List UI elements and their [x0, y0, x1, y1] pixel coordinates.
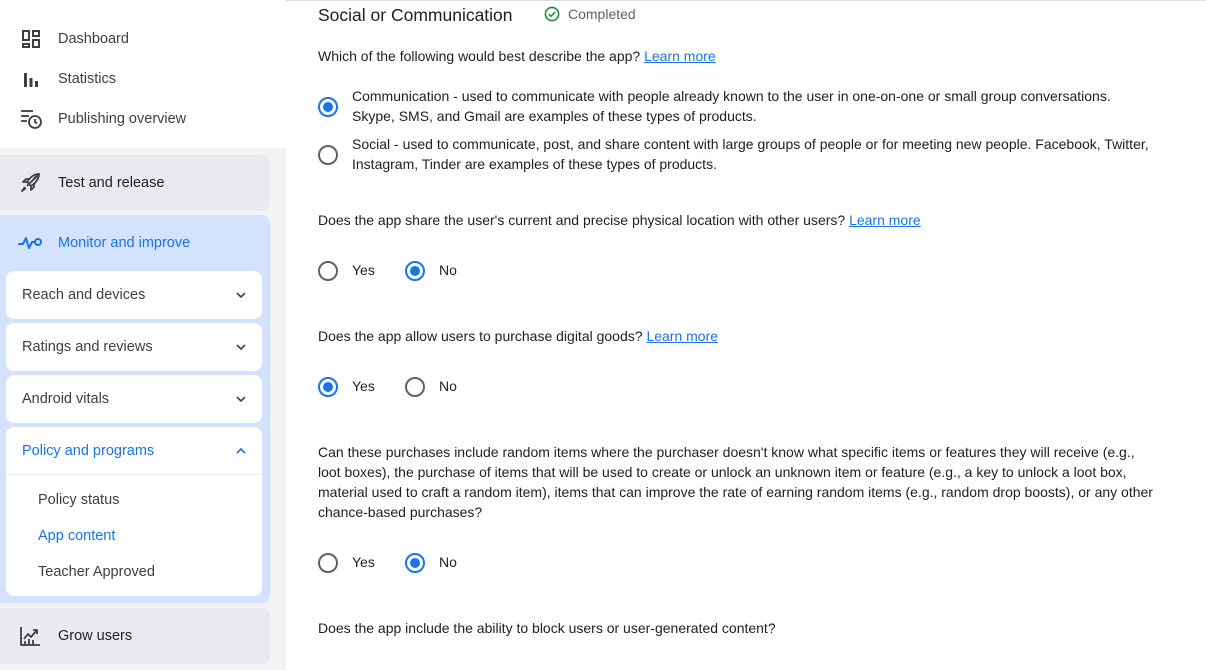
chevron-down-icon [236, 292, 246, 299]
learn-more-link[interactable]: Learn more [646, 328, 718, 344]
question-line: loot boxes), the purchase of items that … [318, 464, 1127, 480]
option-line: Social - used to communicate, post, and … [352, 136, 1149, 152]
radio-digital-goods-no[interactable] [405, 377, 425, 397]
sidebar-subitem-app-content[interactable]: App content [38, 528, 115, 544]
schedule-list-icon [20, 108, 42, 130]
sidebar-section-test-and-release[interactable]: Test and release [0, 155, 270, 211]
radio-yes-label[interactable]: Yes [352, 260, 375, 280]
question-text: Which of the following would best descri… [318, 48, 641, 64]
status-badge: Completed [544, 6, 636, 22]
sidebar-card-label: Reach and devices [22, 287, 146, 303]
sidebar-item-label: Publishing overview [58, 111, 187, 127]
question-block-users: Does the app include the ability to bloc… [318, 618, 1188, 638]
sidebar-top-nav: Dashboard Statistics Publishing overview [0, 0, 286, 148]
chevron-up-icon [236, 447, 246, 454]
growth-chart-icon [18, 624, 42, 648]
chevron-down-icon [236, 344, 246, 351]
radio-random-items-no[interactable] [405, 553, 425, 573]
main-content: Social or Communication Completed Which … [286, 0, 1206, 670]
radio-communication[interactable] [318, 97, 338, 117]
monitor-and-improve-header[interactable]: Monitor and improve [0, 215, 270, 271]
sidebar-subitem-teacher-approved[interactable]: Teacher Approved [38, 564, 155, 580]
question-line: material used to craft a random item), i… [318, 484, 1153, 500]
sidebar-card-label: Policy and programs [22, 443, 155, 459]
top-divider [286, 0, 1206, 4]
question-line: chance-based purchases? [318, 504, 483, 520]
sidebar-item-label: Statistics [58, 71, 117, 87]
divider [6, 474, 262, 475]
status-text: Completed [568, 6, 636, 22]
radio-no-label[interactable]: No [439, 552, 457, 572]
sidebar-section-monitor-and-improve: Monitor and improve Reach and devices Ra… [0, 215, 270, 603]
check-circle-icon [544, 6, 560, 22]
sidebar-item-statistics[interactable]: Statistics [0, 59, 270, 99]
sidebar-section-label: Test and release [58, 175, 165, 191]
sidebar-section-label: Grow users [58, 628, 133, 644]
sidebar-card-label: Ratings and reviews [22, 339, 153, 355]
dashboard-icon [20, 28, 42, 50]
radio-no-label[interactable]: No [439, 260, 457, 280]
option-social-label[interactable]: Social - used to communicate, post, and … [352, 134, 1149, 174]
learn-more-link[interactable]: Learn more [849, 212, 921, 228]
sidebar-item-label: Dashboard [58, 31, 129, 47]
radio-location-no[interactable] [405, 261, 425, 281]
question-location-sharing: Does the app share the user's current an… [318, 210, 1188, 230]
learn-more-link[interactable]: Learn more [644, 48, 716, 64]
question-text: Does the app include the ability to bloc… [318, 620, 776, 636]
radio-social[interactable] [318, 145, 338, 165]
question-text: Does the app allow users to purchase dig… [318, 328, 643, 344]
option-line: Instagram, Tinder are examples of these … [352, 156, 717, 172]
sidebar-item-dashboard[interactable]: Dashboard [0, 19, 270, 59]
bar-chart-icon [20, 68, 42, 90]
sidebar-section-label: Monitor and improve [58, 235, 191, 251]
question-digital-goods: Does the app allow users to purchase dig… [318, 326, 1188, 346]
question-random-items: Can these purchases include random items… [318, 442, 1188, 522]
sidebar-card-android-vitals[interactable]: Android vitals [6, 375, 262, 423]
rocket-icon [18, 171, 42, 195]
radio-random-items-yes[interactable] [318, 553, 338, 573]
pulse-icon [18, 231, 42, 255]
question-line: Can these purchases include random items… [318, 444, 1135, 460]
option-line: Communication - used to communicate with… [352, 88, 1111, 104]
sidebar-item-publishing-overview[interactable]: Publishing overview [0, 99, 270, 139]
sidebar-section-grow-users[interactable]: Grow users [0, 608, 270, 664]
question-app-category: Which of the following would best descri… [318, 46, 1188, 66]
sidebar-card-reach-and-devices[interactable]: Reach and devices [6, 271, 262, 319]
radio-digital-goods-yes[interactable] [318, 377, 338, 397]
radio-location-yes[interactable] [318, 261, 338, 281]
sidebar: Dashboard Statistics Publishing overview… [0, 0, 286, 670]
sidebar-subitem-policy-status[interactable]: Policy status [38, 492, 119, 508]
policy-and-programs-header[interactable]: Policy and programs [6, 427, 262, 475]
sidebar-card-ratings-and-reviews[interactable]: Ratings and reviews [6, 323, 262, 371]
radio-no-label[interactable]: No [439, 376, 457, 396]
radio-yes-label[interactable]: Yes [352, 376, 375, 396]
option-line: Skype, SMS, and Gmail are examples of th… [352, 108, 757, 124]
radio-yes-label[interactable]: Yes [352, 552, 375, 572]
sidebar-card-label: Android vitals [22, 391, 110, 407]
question-text: Does the app share the user's current an… [318, 212, 846, 228]
sidebar-card-policy-and-programs: Policy and programs Policy status App co… [6, 427, 262, 596]
chevron-down-icon [236, 396, 246, 403]
option-communication-label[interactable]: Communication - used to communicate with… [352, 86, 1111, 126]
section-title: Social or Communication [318, 5, 513, 25]
